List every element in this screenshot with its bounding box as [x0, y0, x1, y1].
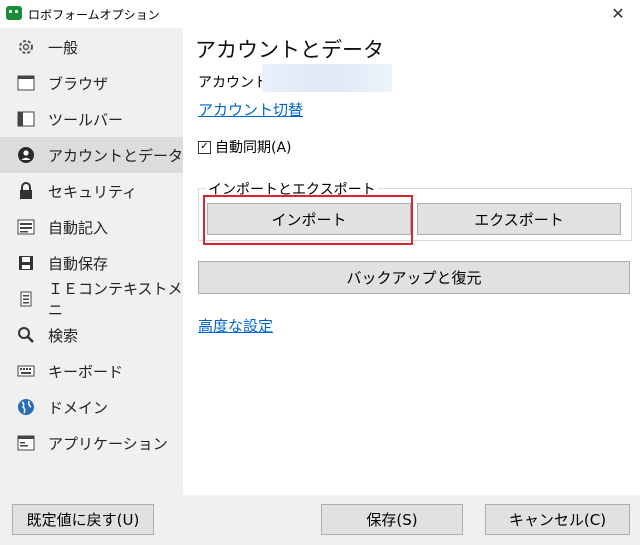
sidebar-item-label: ドメイン	[48, 398, 109, 417]
sidebar: 一般 ブラウザ ツールバー アカウントとデータ セキュリティ 自動記入 自動保存…	[0, 28, 183, 495]
advanced-settings-link[interactable]: 高度な設定	[198, 315, 273, 336]
application-icon	[16, 433, 36, 453]
reset-defaults-button[interactable]: 既定値に戻す(U)	[12, 504, 154, 535]
browser-window-icon	[16, 73, 36, 93]
highlight-box	[203, 195, 413, 245]
sidebar-item-label: アプリケーション	[48, 434, 168, 453]
sidebar-item-browser[interactable]: ブラウザ	[0, 65, 183, 101]
cancel-button[interactable]: キャンセル(C)	[485, 504, 630, 535]
backup-restore-button[interactable]: バックアップと復元	[198, 261, 630, 294]
autofill-icon	[16, 217, 36, 237]
sidebar-item-label: ツールバー	[48, 110, 124, 129]
sidebar-item-general[interactable]: 一般	[0, 29, 183, 65]
roboform-app-icon	[6, 6, 22, 20]
account-icon	[16, 145, 36, 165]
sidebar-item-label: キーボード	[48, 362, 124, 381]
export-button[interactable]: エクスポート	[417, 203, 621, 235]
sidebar-item-label: アカウントとデータ	[48, 146, 184, 165]
save-icon	[16, 253, 36, 273]
sidebar-item-search[interactable]: 検索	[0, 317, 183, 353]
sidebar-item-keyboard[interactable]: キーボード	[0, 353, 183, 389]
sidebar-item-toolbar[interactable]: ツールバー	[0, 101, 183, 137]
sidebar-item-account-data[interactable]: アカウントとデータ	[0, 137, 183, 173]
page-title: アカウントとデータ	[195, 38, 384, 62]
sidebar-item-security[interactable]: セキュリティ	[0, 173, 183, 209]
sidebar-item-label: ブラウザ	[48, 74, 109, 93]
account-value-redacted	[262, 64, 392, 92]
sidebar-item-label: セキュリティ	[48, 182, 138, 201]
toolbar-icon	[16, 109, 36, 129]
search-icon	[16, 325, 36, 345]
window-title: ロボフォームオプション	[28, 8, 160, 22]
gear-icon	[16, 37, 36, 57]
save-button[interactable]: 保存(S)	[321, 504, 463, 535]
auto-sync-checkbox[interactable]: ✓ 自動同期(A)	[198, 137, 292, 157]
context-menu-icon	[16, 289, 36, 309]
sidebar-item-label: ＩＥコンテキストメニ	[48, 280, 183, 319]
sidebar-item-application[interactable]: アプリケーション	[0, 425, 183, 461]
globe-icon	[16, 397, 36, 417]
sidebar-item-label: 自動保存	[48, 254, 109, 273]
sidebar-item-label: 検索	[48, 326, 79, 345]
lock-icon	[16, 181, 36, 201]
sidebar-item-domain[interactable]: ドメイン	[0, 389, 183, 425]
keyboard-icon	[16, 361, 36, 381]
switch-account-link[interactable]: アカウント切替	[198, 99, 303, 120]
sidebar-item-label: 一般	[48, 38, 79, 57]
sidebar-item-ie-context-menu[interactable]: ＩＥコンテキストメニ	[0, 280, 183, 319]
checkbox-checked-icon: ✓	[198, 140, 211, 154]
sidebar-item-autosave[interactable]: 自動保存	[0, 245, 183, 281]
auto-sync-label: 自動同期(A)	[215, 140, 292, 156]
close-button[interactable]: ✕	[596, 0, 640, 28]
title-bar: ロボフォームオプション ✕	[0, 0, 640, 28]
sidebar-item-autofill[interactable]: 自動記入	[0, 209, 183, 245]
sidebar-item-label: 自動記入	[48, 218, 109, 237]
